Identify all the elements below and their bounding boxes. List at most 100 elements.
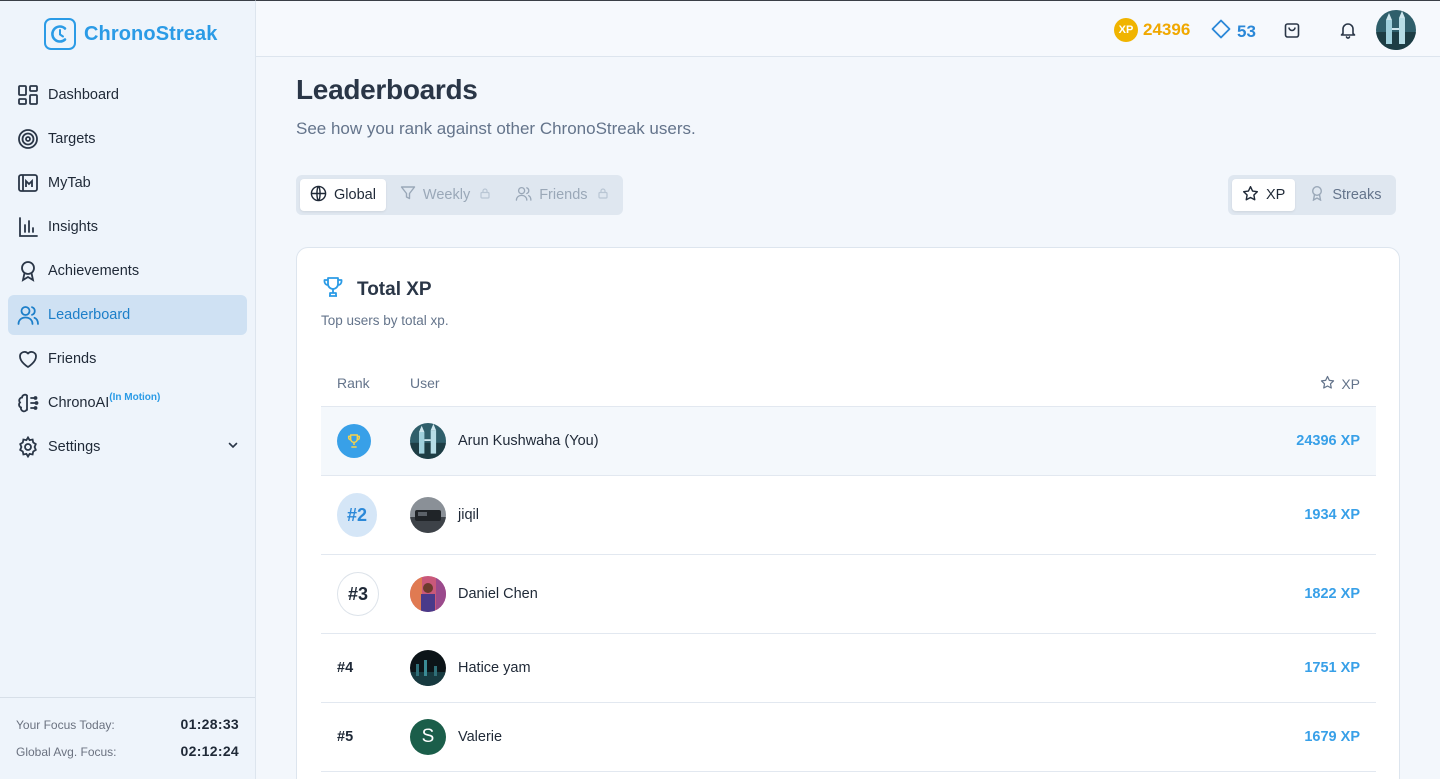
award-icon	[17, 260, 39, 282]
tab-streaks[interactable]: Streaks	[1299, 179, 1391, 211]
dashboard-icon	[17, 84, 39, 106]
star-icon	[1320, 375, 1335, 393]
mytab-icon	[17, 172, 39, 194]
tab-streaks-label: Streaks	[1332, 187, 1382, 203]
sidebar-item-label: Achievements	[48, 263, 140, 279]
heart-icon	[17, 348, 39, 370]
user-xp: 1751 XP	[1304, 660, 1360, 676]
sidebar-item-dashboard[interactable]: Dashboard	[8, 75, 247, 115]
tab-weekly-label: Weekly	[422, 187, 471, 203]
bell-icon[interactable]	[1338, 20, 1358, 40]
tab-xp[interactable]: XP	[1232, 179, 1296, 211]
sidebar-item-label: Dashboard	[48, 87, 119, 103]
sidebar-item-label: Settings	[48, 439, 101, 455]
xp-balance-value: 24396	[1143, 20, 1191, 39]
tab-friends[interactable]: Friends	[505, 179, 618, 211]
sidebar-item-label: Insights	[48, 219, 98, 235]
tab-friends-label: Friends	[539, 187, 588, 203]
user-xp: 1679 XP	[1304, 729, 1360, 745]
gear-icon	[17, 436, 39, 458]
sidebar-item-friends[interactable]: Friends	[8, 339, 247, 379]
user-name: Hatice yam	[458, 660, 531, 676]
gem-balance[interactable]: 53	[1211, 19, 1256, 44]
gem-balance-value: 53	[1237, 21, 1256, 41]
sidebar-item-mytab[interactable]: MyTab	[8, 163, 247, 203]
column-rank: Rank	[337, 375, 370, 391]
table-row[interactable]: #5 S Valerie 1679 XP	[321, 703, 1376, 772]
rank-badge: #5	[337, 729, 354, 745]
xp-balance[interactable]: XP 24396	[1114, 18, 1190, 42]
bar-chart-icon	[17, 216, 39, 238]
focus-today-label: Your Focus Today:	[16, 718, 115, 732]
brand[interactable]: ChronoStreak	[44, 18, 217, 50]
chevron-down-icon[interactable]	[227, 439, 239, 455]
tab-weekly[interactable]: Weekly	[390, 179, 501, 211]
users-icon	[17, 304, 39, 326]
page-title: Leaderboards	[296, 74, 478, 105]
table-row[interactable]: #2 jiqil 1934 XP	[321, 476, 1376, 555]
rank-cell: #2	[337, 493, 377, 537]
target-icon	[17, 128, 39, 150]
focus-summary: Your Focus Today: 01:28:33 Global Avg. F…	[0, 697, 255, 779]
sidebar-item-label: ChronoAI	[48, 395, 110, 411]
column-xp-label: XP	[1341, 376, 1360, 392]
rank-badge: #2	[337, 493, 377, 537]
card-title-text: Total XP	[357, 279, 432, 300]
star-icon	[1242, 185, 1259, 206]
sidebar-item-insights[interactable]: Insights	[8, 207, 247, 247]
tab-xp-label: XP	[1266, 187, 1286, 203]
leaderboard-card: Total XP Top users by total xp. Rank Use…	[296, 247, 1400, 779]
user-name: Daniel Chen	[458, 586, 538, 602]
user-avatar[interactable]	[1376, 10, 1416, 50]
tab-global[interactable]: Global	[300, 179, 386, 211]
user-name: jiqil	[458, 507, 479, 523]
table-row[interactable]: #4 Hatice yam 1751 XP	[321, 634, 1376, 703]
avatar	[410, 423, 446, 459]
shop-bag-icon[interactable]	[1282, 20, 1302, 40]
sidebar-item-label: Leaderboard	[48, 307, 131, 323]
rank-trophy-icon	[337, 424, 371, 458]
sidebar-item-label: Targets	[48, 131, 96, 147]
sidebar-item-chronoai[interactable]: ChronoAI (In Motion)	[8, 383, 247, 423]
table-header: Rank User XP	[321, 363, 1376, 407]
focus-global-label: Global Avg. Focus:	[16, 745, 117, 759]
tab-global-label: Global	[334, 187, 376, 203]
sidebar-item-achievements[interactable]: Achievements	[8, 251, 247, 291]
sidebar-item-leaderboard[interactable]: Leaderboard	[8, 295, 247, 335]
avatar	[410, 650, 446, 686]
sidebar-nav: Dashboard Targets MyTab Insights Achieve…	[8, 75, 247, 471]
sidebar-item-targets[interactable]: Targets	[8, 119, 247, 159]
xp-coin-icon: XP	[1114, 18, 1138, 42]
filter-icon	[400, 185, 416, 205]
rank-cell: #3	[337, 572, 379, 616]
focus-today-row: Your Focus Today: 01:28:33	[16, 716, 239, 732]
column-user: User	[410, 375, 440, 391]
table-row[interactable]: #3 Daniel Chen 1822 XP	[321, 555, 1376, 634]
sidebar-item-label: Friends	[48, 351, 97, 367]
lock-icon	[597, 187, 609, 203]
card-subtitle: Top users by total xp.	[321, 313, 449, 328]
award-icon	[1309, 185, 1325, 205]
trophy-icon	[321, 275, 345, 305]
page-subtitle: See how you rank against other ChronoStr…	[296, 119, 696, 138]
chronostreak-logo-icon	[44, 18, 76, 50]
globe-icon	[310, 185, 327, 206]
brand-name: ChronoStreak	[84, 22, 218, 45]
metric-tabs: XP Streaks	[1228, 175, 1396, 215]
rank-cell	[337, 424, 371, 458]
sidebar-item-settings[interactable]: Settings	[8, 427, 247, 467]
top-bar: XP 24396 53	[256, 0, 1440, 57]
user-xp: 24396 XP	[1296, 433, 1360, 449]
column-xp: XP	[1320, 375, 1360, 393]
diamond-icon	[1211, 19, 1231, 44]
user-name: Valerie	[458, 729, 503, 745]
focus-global-row: Global Avg. Focus: 02:12:24	[16, 743, 239, 759]
avatar	[410, 497, 446, 533]
table-row[interactable]: Arun Kushwaha (You) 24396 XP	[321, 407, 1376, 476]
avatar: S	[410, 719, 446, 755]
avatar	[410, 576, 446, 612]
card-title: Total XP	[321, 275, 432, 305]
rank-badge: #4	[337, 660, 354, 676]
user-name: Arun Kushwaha (You)	[458, 433, 599, 449]
users-icon	[515, 185, 532, 206]
